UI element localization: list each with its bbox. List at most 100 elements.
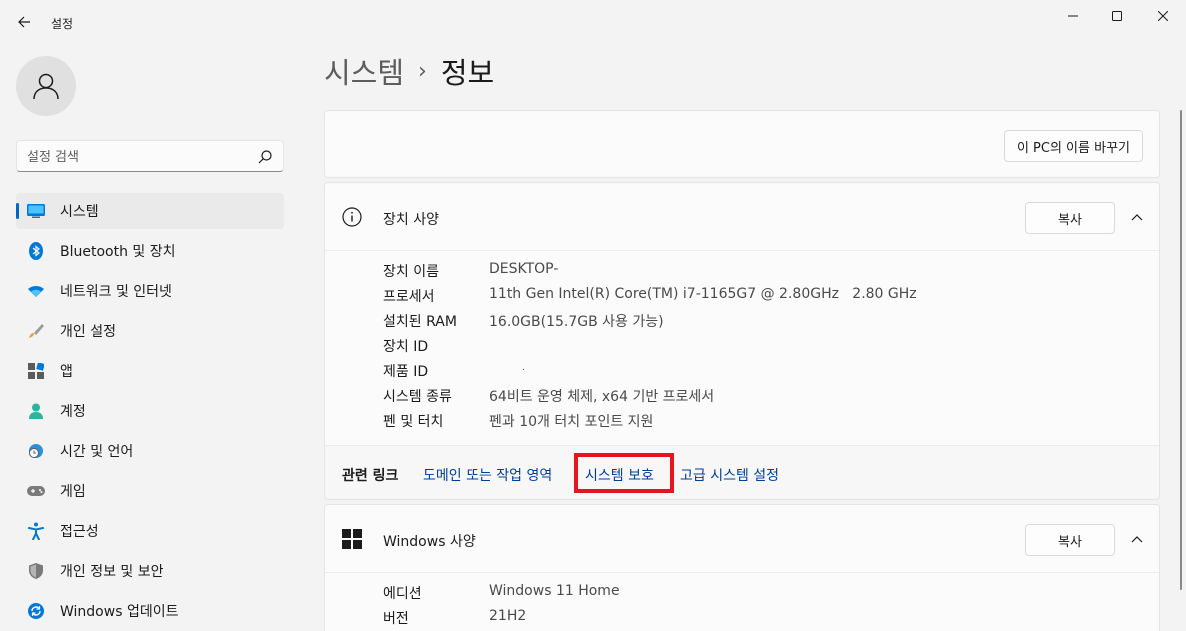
sidebar-item-system[interactable]: 시스템	[16, 193, 284, 229]
spec-row: 장치 ID	[383, 336, 917, 361]
brush-icon	[27, 322, 45, 340]
sidebar-item-label: 계정	[60, 404, 86, 420]
chevron-up-icon	[1131, 536, 1143, 543]
sidebar-item-gaming[interactable]: 게임	[16, 473, 284, 509]
windows-specs-title: Windows 사양	[383, 534, 476, 550]
sidebar-nav: 시스템 Bluetooth 및 장치 네트워크 및 인터넷 개인 설정 앱 계정	[16, 193, 284, 631]
spec-key: 제품 ID	[383, 364, 429, 380]
sidebar-item-label: 앱	[60, 364, 73, 380]
sidebar-item-time-language[interactable]: 시간 및 언어	[16, 433, 284, 469]
sidebar-item-bluetooth[interactable]: Bluetooth 및 장치	[16, 233, 284, 269]
breadcrumb-parent[interactable]: 시스템	[324, 50, 404, 92]
spec-value: 16.0GB(15.7GB 사용 가능)	[489, 314, 664, 330]
sidebar-item-label: 시간 및 언어	[60, 444, 134, 460]
shield-icon	[27, 562, 45, 580]
person-icon	[27, 402, 45, 420]
page-title: 정보	[440, 56, 495, 90]
breadcrumb-separator: ›	[418, 58, 427, 84]
minimize-icon	[1068, 15, 1078, 17]
breadcrumb: 시스템 › 정보	[324, 50, 494, 92]
sidebar-item-network[interactable]: 네트워크 및 인터넷	[16, 273, 284, 309]
spec-row: 시스템 종류 64비트 운영 체제, x64 기반 프로세서	[383, 386, 917, 411]
sidebar-item-privacy[interactable]: 개인 정보 및 보안	[16, 553, 284, 589]
scrollbar[interactable]	[1180, 110, 1182, 590]
spec-row: 설치된 RAM 16.0GB(15.7GB 사용 가능)	[383, 311, 917, 336]
search-icon[interactable]	[257, 149, 273, 165]
spec-row: 에디션 Windows 11 Home	[383, 583, 620, 608]
spec-value: 펜과 10개 터치 포인트 지원	[489, 414, 654, 430]
spec-value: Windows 11 Home	[489, 583, 620, 599]
domain-workgroup-link[interactable]: 도메인 또는 작업 영역	[423, 465, 552, 485]
avatar[interactable]	[16, 56, 76, 116]
user-icon	[33, 73, 59, 100]
device-specs-card: 장치 사양 복사 장치 이름 DESKTOP- 프로세서 11th Gen Inte…	[324, 182, 1160, 500]
spec-key: 프로세서	[383, 289, 435, 305]
maximize-icon	[1112, 11, 1122, 21]
collapse-windows-specs-button[interactable]	[1127, 529, 1147, 549]
related-links: 관련 링크 도메인 또는 작업 영역 시스템 보호 고급 시스템 설정	[325, 445, 1159, 499]
sidebar-item-windows-update[interactable]: Windows 업데이트	[16, 593, 284, 629]
spec-key: 장치 ID	[383, 339, 429, 355]
accessibility-icon	[27, 522, 45, 540]
chevron-up-icon	[1131, 214, 1143, 221]
bluetooth-icon	[27, 242, 45, 260]
spec-key: 펜 및 터치	[383, 414, 444, 430]
spec-value: 64비트 운영 체제, x64 기반 프로세서	[489, 389, 715, 405]
spec-value: .	[522, 363, 525, 373]
windows-specs-table: 에디션 Windows 11 Home 버전 21H2	[383, 583, 620, 631]
info-icon	[342, 207, 362, 227]
monitor-icon	[27, 202, 45, 220]
back-button[interactable]	[12, 10, 36, 34]
spec-key: 설치된 RAM	[383, 314, 457, 330]
globe-clock-icon	[27, 442, 45, 460]
spec-row: 장치 이름 DESKTOP-	[383, 261, 917, 286]
sidebar-item-label: 개인 설정	[60, 324, 116, 340]
back-arrow-icon	[18, 16, 30, 28]
search-box	[16, 140, 284, 172]
spec-value: 11th Gen Intel(R) Core(TM) i7-1165G7 @ 2…	[489, 286, 917, 302]
wifi-icon	[27, 282, 45, 300]
rename-pc-button[interactable]: 이 PC의 이름 바꾸기	[1003, 130, 1143, 162]
device-specs-table: 장치 이름 DESKTOP- 프로세서 11th Gen Intel(R) Core…	[383, 261, 917, 436]
sidebar-item-label: 게임	[60, 484, 86, 500]
sidebar-item-apps[interactable]: 앱	[16, 353, 284, 389]
windows-specs-header[interactable]: Windows 사양 복사	[325, 505, 1159, 573]
related-links-label: 관련 링크	[342, 468, 399, 484]
spec-key: 에디션	[383, 586, 422, 602]
rename-card: 이 PC의 이름 바꾸기	[324, 110, 1160, 178]
spec-key: 버전	[383, 611, 409, 627]
spec-row: 펜 및 터치 펜과 10개 터치 포인트 지원	[383, 411, 917, 436]
system-protection-link[interactable]: 시스템 보호	[585, 465, 654, 485]
sidebar-item-accounts[interactable]: 계정	[16, 393, 284, 429]
close-icon	[1158, 11, 1168, 21]
sidebar-item-accessibility[interactable]: 접근성	[16, 513, 284, 549]
copy-device-specs-button[interactable]: 복사	[1025, 202, 1115, 234]
sidebar-item-label: Windows 업데이트	[60, 604, 179, 620]
sidebar-item-label: Bluetooth 및 장치	[60, 244, 176, 260]
windows-logo-icon	[342, 529, 362, 549]
spec-key: 장치 이름	[383, 264, 439, 280]
spec-value: DESKTOP-	[489, 261, 559, 277]
sidebar-item-label: 개인 정보 및 보안	[60, 564, 164, 580]
minimize-button[interactable]	[1050, 0, 1096, 32]
apps-icon	[27, 362, 45, 380]
maximize-button[interactable]	[1094, 0, 1140, 32]
title-bar: 설정	[0, 0, 1186, 44]
spec-row: 버전 21H2	[383, 608, 620, 631]
close-button[interactable]	[1140, 0, 1186, 32]
collapse-device-specs-button[interactable]	[1127, 207, 1147, 227]
sidebar-item-personalization[interactable]: 개인 설정	[16, 313, 284, 349]
spec-row: 제품 ID.	[383, 361, 917, 386]
advanced-system-settings-link[interactable]: 고급 시스템 설정	[680, 465, 779, 485]
windows-specs-card: Windows 사양 복사 에디션 Windows 11 Home 버전 21H2	[324, 504, 1160, 631]
app-title: 설정	[51, 17, 74, 31]
device-specs-title: 장치 사양	[383, 212, 439, 228]
spec-key: 시스템 종류	[383, 389, 452, 405]
update-icon	[27, 602, 45, 620]
sidebar-item-label: 네트워크 및 인터넷	[60, 284, 172, 300]
search-input[interactable]	[27, 147, 247, 167]
gamepad-icon	[27, 482, 45, 500]
copy-windows-specs-button[interactable]: 복사	[1025, 524, 1115, 556]
device-specs-header[interactable]: 장치 사양 복사	[325, 183, 1159, 251]
sidebar-item-label: 시스템	[60, 204, 99, 220]
